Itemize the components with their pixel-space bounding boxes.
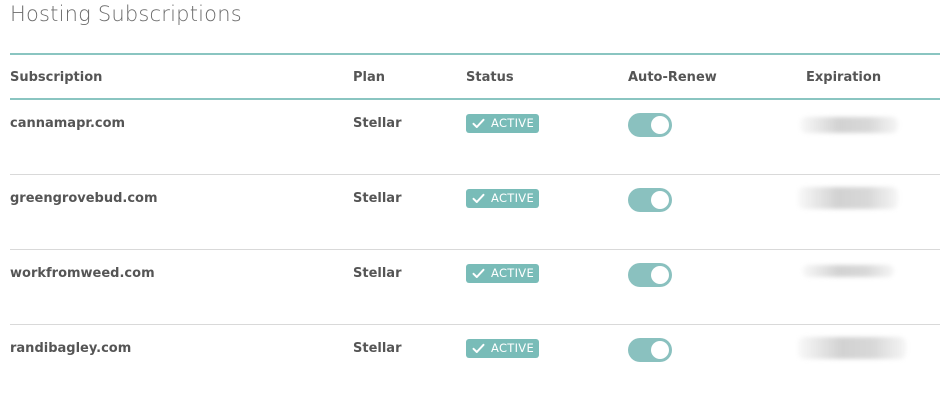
table-header: Subscription Plan Status Auto-Renew Expi…	[10, 53, 940, 100]
plan-name: Stellar	[353, 116, 402, 131]
subscription-domain[interactable]: cannamapr.com	[10, 116, 125, 131]
plan-name: Stellar	[353, 266, 402, 281]
status-badge: ACTIVE	[466, 264, 539, 283]
status-badge-label: ACTIVE	[491, 191, 535, 205]
check-icon	[472, 189, 486, 208]
column-header-subscription[interactable]: Subscription	[10, 70, 102, 85]
column-header-status[interactable]: Status	[466, 70, 514, 85]
subscription-domain[interactable]: workfromweed.com	[10, 266, 155, 281]
auto-renew-toggle[interactable]	[628, 338, 672, 362]
expiration-date-redacted	[800, 117, 898, 133]
subscription-domain[interactable]: randibagley.com	[10, 341, 131, 356]
check-icon	[472, 264, 486, 283]
subscriptions-table: Subscription Plan Status Auto-Renew Expi…	[10, 53, 940, 400]
table-row: greengrovebud.com Stellar ACTIVE	[10, 175, 940, 250]
status-badge-label: ACTIVE	[491, 266, 535, 280]
toggle-knob	[651, 116, 669, 134]
column-header-expiration[interactable]: Expiration	[806, 70, 881, 85]
status-badge-label: ACTIVE	[491, 116, 535, 130]
auto-renew-toggle[interactable]	[628, 113, 672, 137]
status-badge: ACTIVE	[466, 114, 539, 133]
plan-name: Stellar	[353, 191, 402, 206]
expiration-date-redacted	[798, 337, 906, 359]
check-icon	[472, 339, 486, 358]
toggle-knob	[651, 266, 669, 284]
toggle-knob	[651, 341, 669, 359]
status-badge: ACTIVE	[466, 339, 539, 358]
column-header-plan[interactable]: Plan	[353, 70, 385, 85]
page-title: Hosting Subscriptions	[10, 2, 242, 26]
expiration-date-redacted	[798, 187, 898, 209]
table-row: workfromweed.com Stellar ACTIVE	[10, 250, 940, 325]
status-badge: ACTIVE	[466, 189, 539, 208]
plan-name: Stellar	[353, 341, 402, 356]
subscription-domain[interactable]: greengrovebud.com	[10, 191, 158, 206]
table-row: randibagley.com Stellar ACTIVE	[10, 325, 940, 400]
table-row: cannamapr.com Stellar ACTIVE	[10, 100, 940, 175]
auto-renew-toggle[interactable]	[628, 263, 672, 287]
status-badge-label: ACTIVE	[491, 341, 535, 355]
auto-renew-toggle[interactable]	[628, 188, 672, 212]
check-icon	[472, 114, 486, 133]
column-header-auto-renew[interactable]: Auto-Renew	[628, 70, 717, 85]
toggle-knob	[651, 191, 669, 209]
expiration-date-redacted	[802, 265, 894, 277]
